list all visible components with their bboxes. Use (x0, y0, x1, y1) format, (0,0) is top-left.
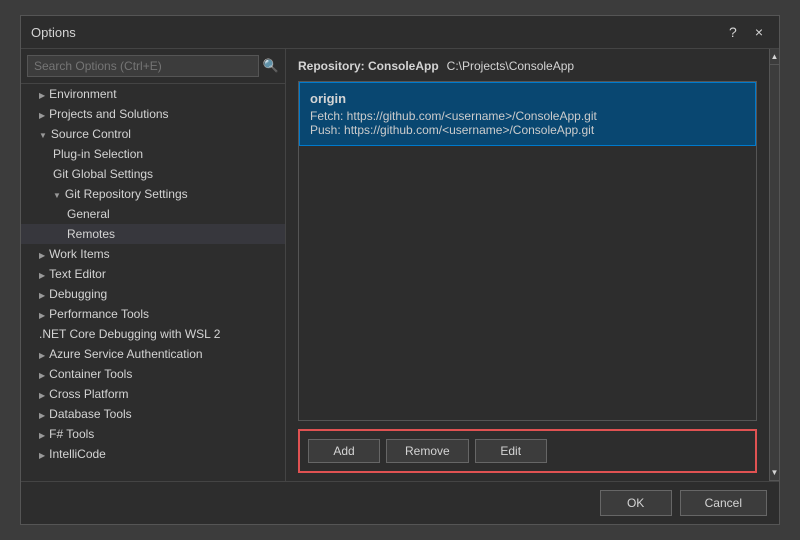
dialog-title: Options (31, 25, 76, 40)
close-button[interactable]: × (749, 22, 769, 42)
cancel-button[interactable]: Cancel (680, 490, 767, 516)
scroll-up-btn[interactable]: ▲ (770, 49, 779, 65)
tree-item-plugin-selection[interactable]: Plug-in Selection (21, 144, 285, 164)
right-panel-wrapper: Repository: ConsoleApp C:\Projects\Conso… (286, 49, 779, 481)
add-button[interactable]: Add (308, 439, 380, 463)
tree-item-intellicode[interactable]: IntelliCode (21, 444, 285, 464)
tree-container: Environment Projects and Solutions Sourc… (21, 84, 285, 481)
remote-fetch-line: Fetch: https://github.com/<username>/Con… (310, 109, 745, 123)
repo-header-path: C:\Projects\ConsoleApp (447, 59, 574, 73)
remote-item-origin[interactable]: origin Fetch: https://github.com/<userna… (299, 82, 756, 146)
dialog-body: 🔍 Environment Projects and Solutions Sou… (21, 49, 779, 481)
tree-item-azure-auth[interactable]: Azure Service Authentication (21, 344, 285, 364)
repo-header-label: Repository: ConsoleApp (298, 59, 439, 73)
search-icon: 🔍 (263, 58, 279, 74)
options-dialog: Options ? × 🔍 Environment Projects and S… (20, 15, 780, 525)
remove-button[interactable]: Remove (386, 439, 469, 463)
tree-item-work-items[interactable]: Work Items (21, 244, 285, 264)
tree-item-text-editor[interactable]: Text Editor (21, 264, 285, 284)
search-input[interactable] (27, 55, 259, 77)
title-bar-controls: ? × (723, 22, 769, 42)
tree-item-database-tools[interactable]: Database Tools (21, 404, 285, 424)
tree-item-general[interactable]: General (21, 204, 285, 224)
remotes-list: origin Fetch: https://github.com/<userna… (298, 81, 757, 421)
repo-header: Repository: ConsoleApp C:\Projects\Conso… (298, 59, 757, 73)
help-button[interactable]: ? (723, 22, 743, 42)
tree-item-performance-tools[interactable]: Performance Tools (21, 304, 285, 324)
tree-item-projects-solutions[interactable]: Projects and Solutions (21, 104, 285, 124)
left-panel: 🔍 Environment Projects and Solutions Sou… (21, 49, 286, 481)
search-box: 🔍 (21, 49, 285, 84)
tree-item-environment[interactable]: Environment (21, 84, 285, 104)
tree-item-source-control[interactable]: Source Control (21, 124, 285, 144)
tree-item-fsharp-tools[interactable]: F# Tools (21, 424, 285, 444)
edit-button[interactable]: Edit (475, 439, 547, 463)
tree-item-git-global-settings[interactable]: Git Global Settings (21, 164, 285, 184)
action-row: Add Remove Edit (298, 429, 757, 473)
right-panel: Repository: ConsoleApp C:\Projects\Conso… (286, 49, 769, 481)
title-bar: Options ? × (21, 16, 779, 49)
tree-item-cross-platform[interactable]: Cross Platform (21, 384, 285, 404)
tree-item-net-core-debugging[interactable]: .NET Core Debugging with WSL 2 (21, 324, 285, 344)
right-scrollbar[interactable]: ▲ ▼ (769, 49, 779, 481)
ok-button[interactable]: OK (600, 490, 672, 516)
tree-item-debugging[interactable]: Debugging (21, 284, 285, 304)
dialog-footer: OK Cancel (21, 481, 779, 524)
remote-push-line: Push: https://github.com/<username>/Cons… (310, 123, 745, 137)
tree-item-git-repo-settings[interactable]: Git Repository Settings (21, 184, 285, 204)
scroll-down-btn[interactable]: ▼ (770, 465, 779, 481)
tree-area: Environment Projects and Solutions Sourc… (21, 84, 285, 481)
title-bar-left: Options (31, 25, 76, 40)
remote-item-name: origin (310, 91, 745, 106)
tree-item-remotes[interactable]: Remotes (21, 224, 285, 244)
tree-item-container-tools[interactable]: Container Tools (21, 364, 285, 384)
